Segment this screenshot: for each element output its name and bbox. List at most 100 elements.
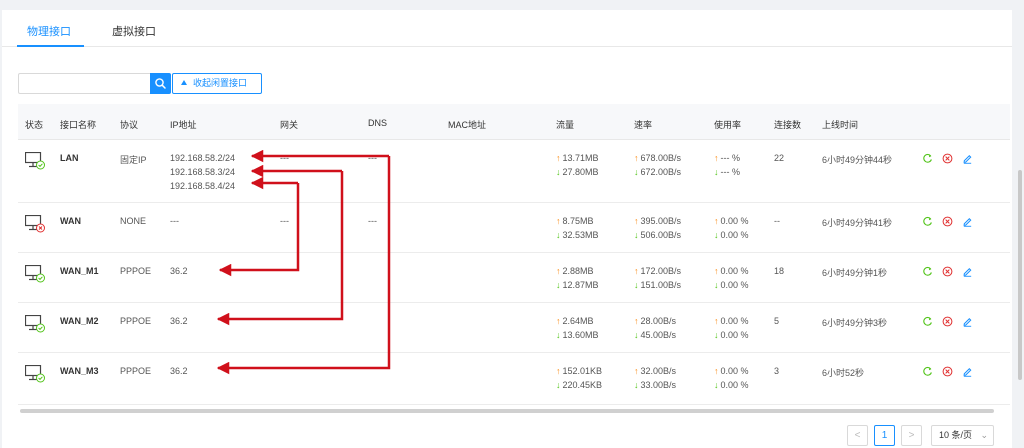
rate-up-value: 172.00B/s bbox=[640, 266, 682, 276]
traffic-up: ↑ 2.88MB bbox=[556, 266, 594, 276]
traffic-up-value: 2.64MB bbox=[562, 316, 594, 326]
gateway-value: --- bbox=[280, 153, 289, 163]
rate-down: ↓ 151.00B/s bbox=[634, 280, 681, 290]
row-actions bbox=[922, 153, 982, 165]
arrow-down-icon: ↓ bbox=[714, 167, 719, 177]
vertical-scrollbar[interactable] bbox=[1018, 170, 1022, 380]
next-page-button[interactable]: > bbox=[901, 425, 922, 446]
edit-icon[interactable] bbox=[962, 316, 973, 327]
arrow-down-icon: ↓ bbox=[634, 230, 639, 240]
edit-icon[interactable] bbox=[962, 366, 973, 377]
traffic-up: ↑ 2.64MB bbox=[556, 316, 594, 326]
refresh-icon[interactable] bbox=[922, 216, 933, 227]
arrow-down-icon: ↓ bbox=[556, 380, 561, 390]
traffic-down-value: 13.60MB bbox=[562, 330, 599, 340]
edit-icon[interactable] bbox=[962, 216, 973, 227]
page-size-select[interactable]: 10 条/页 ⌄ bbox=[931, 425, 994, 446]
rate-up-value: 678.00B/s bbox=[640, 153, 682, 163]
arrow-up-icon: ↑ bbox=[556, 216, 561, 226]
connection-count: 3 bbox=[774, 366, 780, 376]
column-header-mac: MAC地址 bbox=[448, 120, 486, 130]
arrow-down-icon: ↓ bbox=[556, 280, 561, 290]
rate-up-value: 395.00B/s bbox=[640, 216, 682, 226]
arrow-down-icon: ↓ bbox=[634, 280, 639, 290]
refresh-icon[interactable] bbox=[922, 366, 933, 377]
monitor-icon bbox=[25, 152, 45, 170]
tab-physical-interfaces[interactable]: 物理接口 bbox=[27, 23, 71, 39]
column-header-ip: IP地址 bbox=[170, 120, 197, 130]
close-circle-icon[interactable] bbox=[942, 216, 953, 227]
traffic-down-value: 32.53MB bbox=[562, 230, 599, 240]
traffic-down-value: 12.87MB bbox=[562, 280, 599, 290]
prev-page-button[interactable]: < bbox=[847, 425, 868, 446]
ip-address: 192.168.58.3/24 bbox=[170, 167, 236, 177]
column-header-protocol: 协议 bbox=[120, 120, 139, 130]
main-card: 物理接口 虚拟接口 收起闲置接口 状态 接口名称 协议 IP地址 网关 DNS … bbox=[2, 10, 1012, 448]
horizontal-scrollbar[interactable] bbox=[20, 409, 994, 413]
column-header-traffic: 流量 bbox=[556, 120, 575, 130]
edit-icon[interactable] bbox=[962, 266, 973, 277]
usage-up: ↑ 0.00 % bbox=[714, 216, 749, 226]
arrow-down-icon: ↓ bbox=[634, 380, 639, 390]
arrow-down-icon: ↓ bbox=[634, 167, 639, 177]
edit-icon[interactable] bbox=[962, 153, 973, 164]
traffic-up-value: 152.01KB bbox=[562, 366, 603, 376]
refresh-icon[interactable] bbox=[922, 266, 933, 277]
monitor-icon bbox=[25, 215, 45, 233]
close-circle-icon[interactable] bbox=[942, 153, 953, 164]
collapse-idle-interfaces-button[interactable]: 收起闲置接口 bbox=[172, 73, 262, 94]
interface-protocol: 固定IP bbox=[120, 155, 147, 165]
usage-down-value: --- % bbox=[720, 167, 741, 177]
rate-up: ↑ 678.00B/s bbox=[634, 153, 681, 163]
interface-name: WAN_M1 bbox=[60, 266, 99, 276]
column-header-uptime: 上线时间 bbox=[822, 120, 859, 130]
close-circle-icon[interactable] bbox=[942, 266, 953, 277]
page-1-button[interactable]: 1 bbox=[874, 425, 895, 446]
traffic-down: ↓ 13.60MB bbox=[556, 330, 599, 340]
ip-address: 192.168.58.2/24 bbox=[170, 153, 236, 163]
traffic-down: ↓ 12.87MB bbox=[556, 280, 599, 290]
interface-name: WAN_M3 bbox=[60, 366, 99, 376]
traffic-up-value: 8.75MB bbox=[562, 216, 594, 226]
rate-up: ↑ 32.00B/s bbox=[634, 366, 676, 376]
traffic-up-value: 13.71MB bbox=[562, 153, 599, 163]
row-actions bbox=[922, 366, 982, 378]
traffic-down: ↓ 220.45KB bbox=[556, 380, 602, 390]
traffic-up-value: 2.88MB bbox=[562, 266, 594, 276]
close-circle-icon[interactable] bbox=[942, 316, 953, 327]
chevron-down-icon: ⌄ bbox=[980, 430, 988, 440]
connection-count: 22 bbox=[774, 153, 785, 163]
usage-up-value: 0.00 % bbox=[720, 366, 749, 376]
usage-up: ↑ 0.00 % bbox=[714, 266, 749, 276]
column-header-rate: 速率 bbox=[634, 120, 653, 130]
table-row-wan-m3[interactable]: WAN_M3 PPPOE 36.2 ↑ 152.01KB ↓ 220.45KB ↑ 3… bbox=[18, 353, 1010, 405]
refresh-icon[interactable] bbox=[922, 316, 933, 327]
refresh-icon[interactable] bbox=[922, 153, 933, 164]
rate-down: ↓ 45.00B/s bbox=[634, 330, 676, 340]
traffic-up: ↑ 13.71MB bbox=[556, 153, 599, 163]
rate-down: ↓ 672.00B/s bbox=[634, 167, 681, 177]
table-row-wan-m1[interactable]: WAN_M1 PPPOE 36.2 ↑ 2.88MB ↓ 12.87MB ↑ 172.… bbox=[18, 253, 1010, 303]
usage-up-value: 0.00 % bbox=[720, 216, 749, 226]
table-row-wan[interactable]: WAN NONE --- --- --- ↑ 8.75MB ↓ 32.53MB ↑ 3… bbox=[18, 203, 1010, 253]
arrow-up-icon: ↑ bbox=[714, 366, 719, 376]
rate-up: ↑ 172.00B/s bbox=[634, 266, 681, 276]
connection-count: -- bbox=[774, 216, 780, 226]
caret-up-icon bbox=[181, 80, 187, 85]
traffic-up: ↑ 8.75MB bbox=[556, 216, 594, 226]
ip-address: 36.2 bbox=[170, 266, 188, 276]
close-circle-icon[interactable] bbox=[942, 366, 953, 377]
usage-up: ↑ --- % bbox=[714, 153, 740, 163]
interface-protocol: PPPOE bbox=[120, 266, 152, 276]
table-row-wan-m2[interactable]: WAN_M2 PPPOE 36.2 ↑ 2.64MB ↓ 13.60MB ↑ 28.0… bbox=[18, 303, 1010, 353]
tab-virtual-interfaces[interactable]: 虚拟接口 bbox=[112, 23, 156, 39]
search-button[interactable] bbox=[150, 73, 171, 94]
traffic-down-value: 220.45KB bbox=[562, 380, 603, 390]
table-row-lan[interactable]: LAN 固定IP 192.168.58.2/24 192.168.58.3/24… bbox=[18, 140, 1010, 203]
arrow-down-icon: ↓ bbox=[634, 330, 639, 340]
search-input[interactable] bbox=[18, 73, 150, 94]
row-actions bbox=[922, 316, 982, 328]
rate-down-value: 45.00B/s bbox=[640, 330, 677, 340]
row-actions bbox=[922, 216, 982, 228]
interface-tabs: 物理接口 虚拟接口 bbox=[2, 10, 1012, 47]
